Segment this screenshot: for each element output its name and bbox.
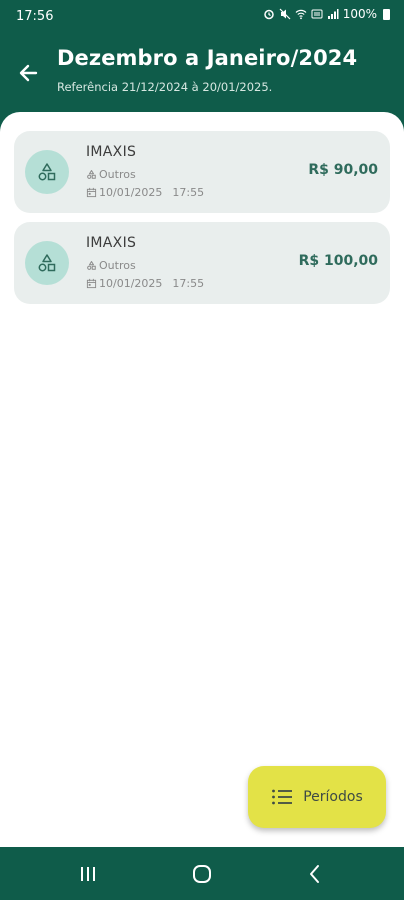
system-back-icon[interactable] xyxy=(302,861,328,887)
category-label: Outros xyxy=(99,168,136,181)
status-bar: 17:56 100% xyxy=(0,0,404,34)
periods-label: Períodos xyxy=(303,789,363,805)
transaction-date: 10/01/2025 17:55 xyxy=(86,186,204,199)
data-icon xyxy=(311,9,323,19)
home-icon[interactable] xyxy=(189,861,215,887)
recent-apps-icon[interactable] xyxy=(75,861,101,887)
mute-icon xyxy=(279,8,291,20)
calendar-icon xyxy=(86,187,97,198)
page-subtitle: Referência 21/12/2024 à 20/01/2025. xyxy=(57,80,273,94)
transactions-list: IMAXIS Outros 10/01/2025 17:55 R$ 90,00 xyxy=(0,112,404,847)
date-label: 10/01/2025 xyxy=(99,277,163,290)
transaction-category: Outros xyxy=(86,168,136,181)
transaction-amount: R$ 90,00 xyxy=(308,162,378,178)
transaction-amount: R$ 100,00 xyxy=(298,253,378,269)
calendar-icon xyxy=(86,278,97,289)
transaction-card[interactable]: IMAXIS Outros 10/01/2025 17:55 R$ 100,00 xyxy=(14,222,390,304)
battery-icon xyxy=(383,8,390,20)
list-icon xyxy=(272,789,293,805)
wifi-icon xyxy=(295,9,307,20)
status-icons: 100% xyxy=(263,7,390,21)
status-time: 17:56 xyxy=(16,9,54,24)
app-header: Dezembro a Janeiro/2024 Referência 21/12… xyxy=(0,34,404,114)
transaction-date: 10/01/2025 17:55 xyxy=(86,277,204,290)
category-avatar xyxy=(25,241,69,285)
shapes-icon xyxy=(38,163,56,181)
date-label: 10/01/2025 xyxy=(99,186,163,199)
back-arrow-icon[interactable] xyxy=(14,58,44,88)
transaction-name: IMAXIS xyxy=(86,235,137,251)
transaction-name: IMAXIS xyxy=(86,144,137,160)
shapes-icon xyxy=(87,170,96,179)
system-nav-bar xyxy=(0,847,404,900)
shapes-icon xyxy=(87,261,96,270)
category-label: Outros xyxy=(99,259,136,272)
alarm-icon xyxy=(263,9,274,20)
time-label: 17:55 xyxy=(172,186,205,199)
page-title: Dezembro a Janeiro/2024 xyxy=(57,46,358,70)
periods-button[interactable]: Períodos xyxy=(248,766,386,828)
transaction-card[interactable]: IMAXIS Outros 10/01/2025 17:55 R$ 90,00 xyxy=(14,131,390,213)
battery-percent: 100% xyxy=(342,7,377,21)
time-label: 17:55 xyxy=(172,277,205,290)
shapes-icon xyxy=(38,254,56,272)
transaction-category: Outros xyxy=(86,259,136,272)
signal-icon xyxy=(327,9,339,19)
category-avatar xyxy=(25,150,69,194)
